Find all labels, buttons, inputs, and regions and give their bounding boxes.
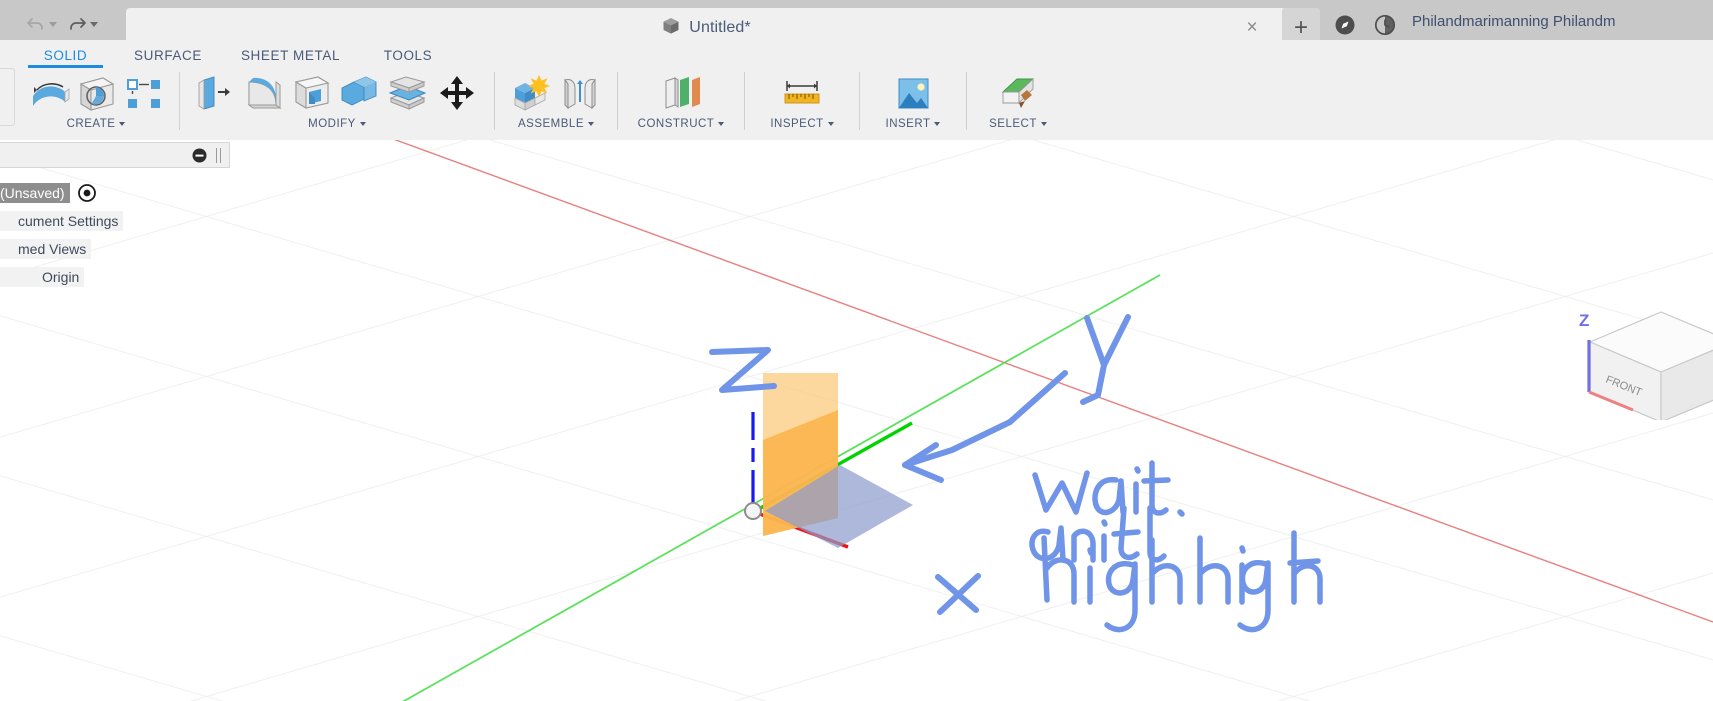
tree-item-document[interactable]: (Unsaved) bbox=[0, 182, 230, 204]
isometric-grid bbox=[0, 140, 1713, 701]
panel-insert: INSERT bbox=[865, 68, 961, 136]
y-axis-line bbox=[402, 274, 1161, 701]
recent-clock-icon[interactable] bbox=[1374, 14, 1396, 36]
annotation-note-line-2 bbox=[1029, 505, 1167, 563]
chevron-down-icon bbox=[588, 122, 594, 126]
panel-assemble-label[interactable]: ASSEMBLE bbox=[500, 118, 612, 130]
redo-button[interactable] bbox=[67, 15, 98, 33]
chevron-down-icon bbox=[827, 122, 834, 126]
browser-tree: (Unsaved) cument Settings med Views Orig… bbox=[0, 182, 230, 288]
tree-item-label: cument Settings bbox=[0, 211, 124, 231]
tab-sheet-metal[interactable]: SHEET METAL bbox=[223, 45, 358, 63]
3d-viewport[interactable]: FRONT Z bbox=[0, 140, 1713, 701]
sketch-points-icon[interactable] bbox=[120, 70, 168, 116]
undo-chevron-down-icon[interactable] bbox=[49, 21, 57, 27]
viewcube-z-label: Z bbox=[1579, 311, 1589, 330]
tab-surface[interactable]: SURFACE bbox=[113, 45, 223, 63]
panel-divider bbox=[744, 72, 745, 130]
panel-modify: MODIFY bbox=[185, 68, 489, 136]
tab-solid[interactable]: SOLID bbox=[18, 45, 113, 68]
panel-divider bbox=[494, 72, 495, 130]
view-cube[interactable]: FRONT Z bbox=[1543, 290, 1713, 420]
panel-divider bbox=[617, 72, 618, 130]
joint-icon[interactable] bbox=[556, 70, 604, 116]
shell-icon[interactable] bbox=[335, 70, 383, 116]
browser-panel-header bbox=[0, 142, 230, 168]
tree-item-label: (Unsaved) bbox=[0, 183, 70, 203]
close-tab-button[interactable]: × bbox=[1244, 18, 1260, 37]
panel-grip-icon[interactable] bbox=[216, 148, 221, 163]
chamfer-icon[interactable] bbox=[287, 70, 335, 116]
chevron-down-icon bbox=[934, 122, 941, 126]
cube-document-icon bbox=[661, 16, 681, 41]
annotation-label-y bbox=[1080, 314, 1131, 405]
measure-ruler-icon[interactable] bbox=[778, 70, 826, 116]
chevron-down-icon bbox=[359, 122, 366, 126]
panel-divider bbox=[859, 72, 860, 130]
panel-inspect-label[interactable]: INSPECT bbox=[750, 118, 854, 130]
redo-chevron-down-icon[interactable] bbox=[90, 21, 98, 27]
document-title: Untitled* bbox=[689, 19, 751, 36]
tab-tools[interactable]: TOOLS bbox=[358, 45, 458, 63]
panel-inspect: INSPECT bbox=[750, 68, 854, 136]
help-compass-icon[interactable] bbox=[1334, 14, 1356, 36]
annotation-label-z bbox=[709, 347, 777, 393]
annotation-note-line-3 bbox=[1041, 530, 1323, 633]
tree-item-label: med Views bbox=[0, 239, 92, 259]
fillet-icon[interactable] bbox=[239, 70, 287, 116]
user-account-name[interactable]: Philandmarimanning Philandm bbox=[1412, 13, 1615, 30]
panel-create: CREATE bbox=[18, 68, 174, 136]
chevron-down-icon bbox=[1040, 122, 1047, 126]
panel-divider bbox=[966, 72, 967, 130]
visibility-dot-icon[interactable] bbox=[77, 184, 96, 202]
panel-construct: CONSTRUCT bbox=[623, 68, 739, 136]
panel-divider bbox=[179, 72, 180, 130]
ribbon-panels: CREATE MODIFY ASSEMBLE CONSTRUCT INSPECT… bbox=[18, 68, 1064, 136]
browser-panel: (Unsaved) cument Settings med Views Orig… bbox=[0, 142, 230, 294]
annotation-arrow-head bbox=[902, 442, 944, 483]
panel-assemble: ASSEMBLE bbox=[500, 68, 612, 136]
ribbon: SOLID SURFACE SHEET METAL TOOLS CREATE M… bbox=[0, 40, 1713, 141]
panel-insert-label[interactable]: INSERT bbox=[865, 118, 961, 130]
panel-construct-label[interactable]: CONSTRUCT bbox=[623, 118, 739, 130]
undo-arrow-icon bbox=[26, 15, 46, 33]
panel-modify-label[interactable]: MODIFY bbox=[185, 118, 489, 130]
new-component-icon[interactable] bbox=[508, 70, 556, 116]
offset-plane-icon[interactable] bbox=[657, 70, 705, 116]
redo-arrow-icon bbox=[67, 15, 87, 33]
panel-select-label[interactable]: SELECT bbox=[972, 118, 1064, 130]
ribbon-left-cap bbox=[0, 68, 15, 126]
undo-button[interactable] bbox=[26, 15, 57, 33]
origin-point-icon bbox=[744, 502, 762, 520]
chevron-down-icon bbox=[718, 122, 725, 126]
collapse-minus-icon[interactable] bbox=[192, 148, 207, 163]
panel-select: SELECT bbox=[972, 68, 1064, 136]
tree-item-origin[interactable]: Origin bbox=[0, 266, 230, 288]
annotation-note-line-1 bbox=[1032, 460, 1185, 517]
split-face-icon[interactable] bbox=[383, 70, 431, 116]
move-copy-icon[interactable] bbox=[431, 70, 483, 116]
extrude-icon[interactable] bbox=[72, 70, 120, 116]
fusion360-window: Untitled* × + Philandmarimanning Philand… bbox=[0, 0, 1713, 701]
press-pull-icon[interactable] bbox=[191, 70, 239, 116]
create-sketch-icon[interactable] bbox=[24, 70, 72, 116]
viewport-canvas bbox=[0, 140, 1713, 701]
insert-image-icon[interactable] bbox=[889, 70, 937, 116]
select-paint-icon[interactable] bbox=[994, 70, 1042, 116]
tree-item-document-settings[interactable]: cument Settings bbox=[0, 210, 230, 232]
panel-create-label[interactable]: CREATE bbox=[18, 118, 174, 130]
chevron-down-icon bbox=[119, 122, 126, 126]
tree-item-label: Origin bbox=[0, 267, 85, 287]
tree-item-named-views[interactable]: med Views bbox=[0, 238, 230, 260]
